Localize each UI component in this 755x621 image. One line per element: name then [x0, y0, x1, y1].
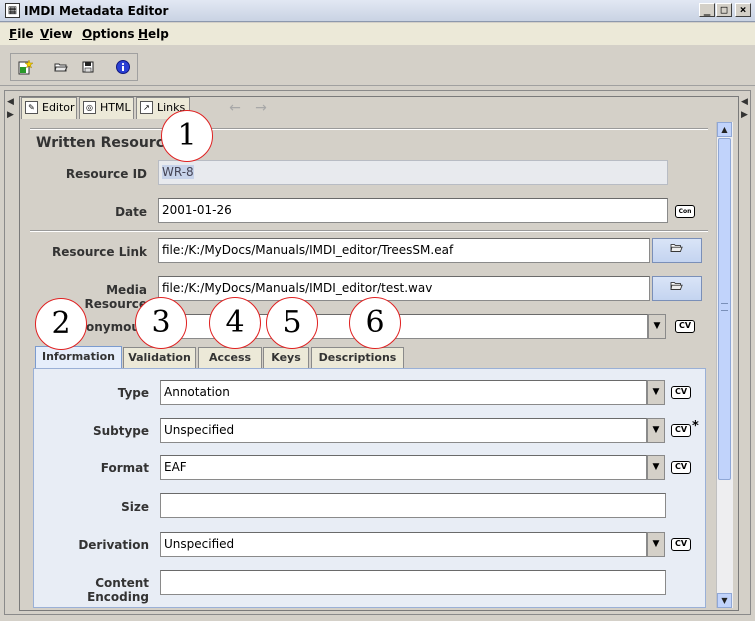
tab-keys[interactable]: Keys — [263, 347, 309, 368]
callout-1: 1 — [161, 110, 213, 162]
split-right-arrow-icon[interactable]: ▶ — [7, 110, 17, 120]
minimize-icon[interactable]: _ — [699, 3, 715, 17]
menu-view[interactable]: View — [40, 27, 72, 41]
chevron-down-icon[interactable]: ▼ — [647, 455, 665, 480]
type-select[interactable]: Annotation — [160, 380, 647, 405]
cv-button[interactable]: CV — [671, 461, 691, 474]
section-title: Written Resource — [36, 135, 174, 151]
menu-bar: File View Options Help — [0, 23, 755, 45]
chevron-down-icon[interactable]: ▼ — [647, 380, 665, 405]
date-label: Date — [115, 205, 147, 219]
scroll-grip — [721, 303, 728, 311]
resource-id-label: Resource ID — [65, 167, 147, 181]
chevron-down-icon[interactable]: ▼ — [648, 314, 666, 339]
open-folder-icon[interactable] — [52, 59, 70, 77]
cv-button[interactable]: CV — [675, 320, 695, 333]
scroll-down-icon[interactable]: ▼ — [717, 593, 732, 608]
callout-6: 6 — [349, 297, 401, 349]
callout-4: 4 — [209, 297, 261, 349]
tab-editor[interactable]: ✎ Editor — [21, 97, 77, 119]
subtype-label: Subtype — [92, 424, 149, 438]
content-encoding-field[interactable] — [160, 570, 666, 595]
resource-link-label: Resource Link — [52, 245, 147, 259]
editor-icon: ✎ — [25, 101, 38, 114]
window-title: IMDI Metadata Editor — [24, 4, 169, 18]
callout-5: 5 — [266, 297, 318, 349]
toolbar-group — [10, 53, 138, 81]
maximize-icon[interactable]: □ — [716, 3, 732, 17]
tab-descriptions[interactable]: Descriptions — [311, 347, 404, 368]
size-field[interactable] — [160, 493, 666, 518]
html-icon: ◎ — [83, 101, 96, 114]
menu-options[interactable]: Options — [82, 27, 135, 41]
subtype-select[interactable]: Unspecified — [160, 418, 647, 443]
browse-media-resource-button[interactable] — [652, 276, 702, 301]
resource-link-field[interactable]: file:/K:/MyDocs/Manuals/IMDI_editor/Tree… — [158, 238, 650, 263]
multi-value-marker: * — [692, 419, 699, 434]
save-disk-icon[interactable] — [79, 59, 97, 77]
tab-validation[interactable]: Validation — [123, 347, 196, 368]
date-field[interactable]: 2001-01-26 — [158, 198, 668, 223]
chevron-down-icon[interactable]: ▼ — [647, 532, 665, 557]
callout-2: 2 — [35, 298, 87, 350]
cv-button[interactable]: CV — [671, 538, 691, 551]
derivation-select[interactable]: Unspecified — [160, 532, 647, 557]
tab-access[interactable]: Access — [198, 347, 262, 368]
size-label: Size — [121, 500, 149, 514]
app-icon: ▦ — [5, 3, 20, 18]
title-bar: ▦ IMDI Metadata Editor _ □ × — [0, 0, 755, 22]
browse-resource-link-button[interactable] — [652, 238, 702, 263]
split-left-arrow-icon[interactable]: ◀ — [741, 97, 751, 107]
callout-3: 3 — [135, 297, 187, 349]
back-arrow-icon[interactable]: ← — [226, 100, 244, 116]
close-icon[interactable]: × — [735, 3, 751, 17]
links-icon: ↗ — [140, 101, 153, 114]
content-encoding-label: Content Encoding — [87, 576, 149, 604]
tab-information[interactable]: Information — [35, 346, 122, 368]
forward-arrow-icon[interactable]: → — [252, 100, 270, 116]
chevron-down-icon[interactable]: ▼ — [647, 418, 665, 443]
scroll-up-icon[interactable]: ▲ — [717, 122, 732, 137]
divider — [30, 230, 708, 232]
resource-id-field: WR-8 — [158, 160, 668, 185]
menu-file[interactable]: File — [9, 27, 34, 41]
date-constraint-button[interactable]: Con — [675, 205, 695, 218]
divider — [30, 128, 708, 130]
derivation-label: Derivation — [78, 538, 149, 552]
format-select[interactable]: EAF — [160, 455, 647, 480]
split-left-arrow-icon[interactable]: ◀ — [7, 97, 17, 107]
cv-button[interactable]: CV — [671, 386, 691, 399]
tab-html[interactable]: ◎ HTML — [79, 97, 134, 119]
new-document-icon[interactable] — [16, 59, 34, 77]
format-label: Format — [100, 461, 149, 475]
open-folder-icon — [670, 282, 683, 290]
toolbar — [0, 46, 755, 86]
open-folder-icon — [670, 244, 683, 252]
info-icon[interactable] — [114, 59, 132, 77]
type-label: Type — [117, 386, 149, 400]
split-right-arrow-icon[interactable]: ▶ — [741, 110, 751, 120]
cv-button[interactable]: CV — [671, 424, 691, 437]
menu-help[interactable]: Help — [138, 27, 169, 41]
